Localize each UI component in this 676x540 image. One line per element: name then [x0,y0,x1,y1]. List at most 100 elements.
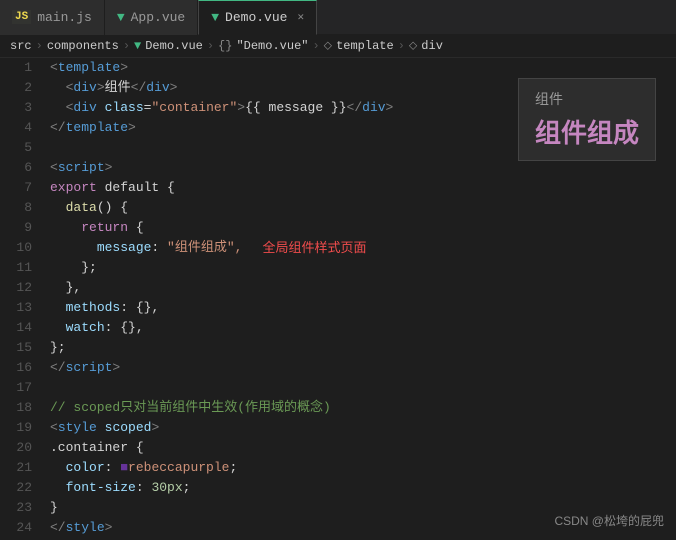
code-token: : [105,458,121,478]
code-token [97,418,105,438]
code-token: script [58,158,105,178]
div-icon-breadcrumb: ⬦ [409,39,417,53]
code-line: data() { [50,198,676,218]
code-token: } [50,498,58,518]
breadcrumb: src › components › ▼ Demo.vue › {} "Demo… [0,35,676,58]
line-number: 24 [0,518,32,538]
line-number: 23 [0,498,32,518]
code-token: () [97,198,120,218]
code-token: 30px [151,478,182,498]
code-token: : [105,318,121,338]
code-token: </ [50,518,66,537]
code-line [50,378,676,398]
code-token: : [136,478,152,498]
code-line: <template> [50,58,676,78]
code-token: < [66,98,74,118]
code-line: </script> [50,358,676,378]
code-token: > [151,418,159,438]
template-icon-breadcrumb: ⬦ [324,39,332,53]
code-token: < [50,58,58,78]
code-token: > [386,98,394,118]
line-number: 9 [0,218,32,238]
line-number: 2 [0,78,32,98]
curly-breadcrumb: {} [218,39,232,53]
line-number: 22 [0,478,32,498]
code-token: message [97,238,152,258]
tooltip-title: 组件 [535,89,639,109]
code-token: div [146,78,169,98]
code-token: data [66,198,97,218]
code-token: template [66,118,128,138]
line-number: 16 [0,358,32,378]
watermark: CSDN @松垮的屁兜 [554,512,664,529]
code-token: ; [229,458,237,478]
code-token: > [97,78,105,98]
code-token [50,458,66,478]
code-token: script [66,358,113,378]
code-token: </ [50,358,66,378]
code-token: // scoped只对当前组件中生效(作用域的概念) [50,398,331,418]
code-token: }; [50,338,66,358]
code-token: < [50,418,58,438]
code-token: {} [120,318,136,338]
code-token: : [120,298,136,318]
code-token: 组件 [105,78,131,98]
code-token: default [105,178,167,198]
code-token: div [73,98,96,118]
code-token: </ [347,98,363,118]
code-token: return [81,218,136,238]
line-number: 12 [0,278,32,298]
code-token: font-size [66,478,136,498]
code-token: style [66,518,105,537]
line-number: 7 [0,178,32,198]
code-line: message: "组件组成",全局组件样式页面 [50,238,676,258]
breadcrumb-demo-vue: Demo.vue [145,39,203,53]
line-number: 21 [0,458,32,478]
code-token: }; [81,258,97,278]
code-line: <style scoped> [50,418,676,438]
tab-close-demo-vue[interactable]: ✕ [297,10,304,24]
tab-demo-vue[interactable]: ▼ Demo.vue ✕ [198,0,317,35]
tab-bar: JS main.js ▼ App.vue ▼ Demo.vue ✕ [0,0,676,35]
code-token: : [151,238,167,258]
line-number: 5 [0,138,32,158]
code-token: methods [66,298,121,318]
code-line: .container { [50,438,676,458]
tab-main-js[interactable]: JS main.js [0,0,105,35]
code-line: }, [50,278,676,298]
code-token: div [362,98,385,118]
line-number: 15 [0,338,32,358]
line-number: 13 [0,298,32,318]
tab-label-app-vue: App.vue [131,10,186,25]
breadcrumb-div: div [421,39,443,53]
code-token: < [50,158,58,178]
code-token: > [120,58,128,78]
code-line: font-size: 30px; [50,478,676,498]
code-token: template [58,58,120,78]
code-token: </ [131,78,147,98]
code-token: { [136,218,144,238]
line-number: 18 [0,398,32,418]
breadcrumb-template: template [336,39,394,53]
line-number: 10 [0,238,32,258]
line-number: 6 [0,158,32,178]
vue-icon-breadcrumb: ▼ [134,39,141,53]
line-number: 1 [0,58,32,78]
code-token [50,218,81,238]
code-token: < [66,78,74,98]
code-token [50,198,66,218]
tab-label-main-js: main.js [37,10,92,25]
tooltip-box: 组件 组件组成 [518,78,656,161]
code-token [50,258,81,278]
breadcrumb-components: components [47,39,119,53]
tab-app-vue[interactable]: ▼ App.vue [105,0,198,35]
code-token: { [136,438,144,458]
code-token: = [144,98,152,118]
code-token: color [66,458,105,478]
code-token [50,278,66,298]
code-token [50,298,66,318]
code-token: div [73,78,96,98]
code-token: scoped [105,418,152,438]
code-token: "组件组成", [167,238,242,258]
code-token: {{ message }} [245,98,346,118]
